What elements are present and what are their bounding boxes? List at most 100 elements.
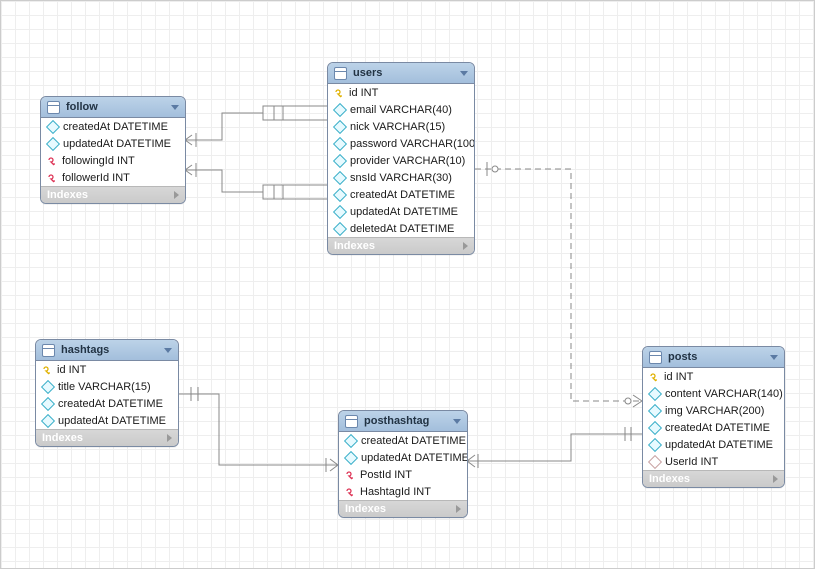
entity-follow[interactable]: follow createdAt DATETIME updatedAt DATE… bbox=[40, 96, 186, 204]
column-label: id INT bbox=[664, 371, 693, 383]
indexes-footer[interactable]: Indexes bbox=[328, 237, 474, 254]
chevron-right-icon[interactable] bbox=[456, 505, 461, 513]
column-row[interactable]: id INT bbox=[643, 368, 784, 385]
diamond-hollow-icon bbox=[648, 454, 662, 468]
foreign-key-icon bbox=[345, 470, 355, 480]
column-row[interactable]: HashtagId INT bbox=[339, 483, 467, 500]
column-label: email VARCHAR(40) bbox=[350, 104, 452, 116]
table-icon bbox=[42, 344, 55, 357]
diamond-icon bbox=[333, 153, 347, 167]
column-label: HashtagId INT bbox=[360, 486, 431, 498]
diamond-icon bbox=[333, 119, 347, 133]
column-row[interactable]: title VARCHAR(15) bbox=[36, 378, 178, 395]
entity-header[interactable]: follow bbox=[41, 97, 185, 118]
column-label: updatedAt DATETIME bbox=[361, 452, 468, 464]
diamond-icon bbox=[333, 187, 347, 201]
indexes-label: Indexes bbox=[42, 432, 83, 444]
chevron-right-icon[interactable] bbox=[167, 434, 172, 442]
column-row[interactable]: updatedAt DATETIME bbox=[328, 203, 474, 220]
column-row[interactable]: updatedAt DATETIME bbox=[643, 436, 784, 453]
column-row[interactable]: id INT bbox=[36, 361, 178, 378]
column-row[interactable]: followerId INT bbox=[41, 169, 185, 186]
indexes-footer[interactable]: Indexes bbox=[339, 500, 467, 517]
column-row[interactable]: img VARCHAR(200) bbox=[643, 402, 784, 419]
column-label: password VARCHAR(100) bbox=[350, 138, 475, 150]
column-row[interactable]: createdAt DATETIME bbox=[339, 432, 467, 449]
entity-users[interactable]: users id INT email VARCHAR(40) nick VARC… bbox=[327, 62, 475, 255]
table-icon bbox=[334, 67, 347, 80]
diamond-icon bbox=[333, 204, 347, 218]
erd-canvas: { "footer_label": "Indexes", "icon_kinds… bbox=[0, 0, 815, 569]
diamond-icon bbox=[46, 136, 60, 150]
indexes-footer[interactable]: Indexes bbox=[643, 470, 784, 487]
column-label: PostId INT bbox=[360, 469, 412, 481]
column-label: snsId VARCHAR(30) bbox=[350, 172, 452, 184]
entity-title: hashtags bbox=[61, 344, 109, 356]
diamond-icon bbox=[46, 119, 60, 133]
chevron-down-icon[interactable] bbox=[171, 105, 179, 110]
diamond-icon bbox=[648, 403, 662, 417]
column-row[interactable]: followingId INT bbox=[41, 152, 185, 169]
chevron-right-icon[interactable] bbox=[773, 475, 778, 483]
indexes-footer[interactable]: Indexes bbox=[36, 429, 178, 446]
chevron-right-icon[interactable] bbox=[463, 242, 468, 250]
column-label: img VARCHAR(200) bbox=[665, 405, 764, 417]
indexes-label: Indexes bbox=[47, 189, 88, 201]
diamond-icon bbox=[41, 379, 55, 393]
entity-header[interactable]: users bbox=[328, 63, 474, 84]
column-row[interactable]: createdAt DATETIME bbox=[36, 395, 178, 412]
chevron-down-icon[interactable] bbox=[453, 419, 461, 424]
indexes-label: Indexes bbox=[345, 503, 386, 515]
column-row[interactable]: email VARCHAR(40) bbox=[328, 101, 474, 118]
column-label: updatedAt DATETIME bbox=[350, 206, 458, 218]
column-row[interactable]: PostId INT bbox=[339, 466, 467, 483]
entity-header[interactable]: posthashtag bbox=[339, 411, 467, 432]
column-row[interactable]: createdAt DATETIME bbox=[41, 118, 185, 135]
column-row[interactable]: updatedAt DATETIME bbox=[36, 412, 178, 429]
column-label: createdAt DATETIME bbox=[63, 121, 168, 133]
column-label: createdAt DATETIME bbox=[361, 435, 466, 447]
column-row[interactable]: provider VARCHAR(10) bbox=[328, 152, 474, 169]
column-row[interactable]: snsId VARCHAR(30) bbox=[328, 169, 474, 186]
primary-key-icon bbox=[42, 365, 52, 375]
entity-posthashtag[interactable]: posthashtag createdAt DATETIME updatedAt… bbox=[338, 410, 468, 518]
column-row[interactable]: UserId INT bbox=[643, 453, 784, 470]
column-label: deletedAt DATETIME bbox=[350, 223, 454, 235]
entity-header[interactable]: posts bbox=[643, 347, 784, 368]
table-icon bbox=[47, 101, 60, 114]
column-row[interactable]: createdAt DATETIME bbox=[643, 419, 784, 436]
entity-body: id INT email VARCHAR(40) nick VARCHAR(15… bbox=[328, 84, 474, 237]
column-label: provider VARCHAR(10) bbox=[350, 155, 465, 167]
column-row[interactable]: deletedAt DATETIME bbox=[328, 220, 474, 237]
chevron-right-icon[interactable] bbox=[174, 191, 179, 199]
foreign-key-icon bbox=[47, 156, 57, 166]
column-label: updatedAt DATETIME bbox=[58, 415, 166, 427]
column-row[interactable]: id INT bbox=[328, 84, 474, 101]
diamond-icon bbox=[344, 450, 358, 464]
chevron-down-icon[interactable] bbox=[164, 348, 172, 353]
chevron-down-icon[interactable] bbox=[770, 355, 778, 360]
column-label: createdAt DATETIME bbox=[665, 422, 770, 434]
chevron-down-icon[interactable] bbox=[460, 71, 468, 76]
column-label: content VARCHAR(140) bbox=[665, 388, 783, 400]
diamond-icon bbox=[333, 170, 347, 184]
column-row[interactable]: updatedAt DATETIME bbox=[41, 135, 185, 152]
entity-hashtags[interactable]: hashtags id INT title VARCHAR(15) create… bbox=[35, 339, 179, 447]
diamond-icon bbox=[333, 102, 347, 116]
column-row[interactable]: nick VARCHAR(15) bbox=[328, 118, 474, 135]
column-label: followerId INT bbox=[62, 172, 130, 184]
indexes-footer[interactable]: Indexes bbox=[41, 186, 185, 203]
column-row[interactable]: password VARCHAR(100) bbox=[328, 135, 474, 152]
diamond-icon bbox=[41, 396, 55, 410]
primary-key-icon bbox=[334, 88, 344, 98]
column-row[interactable]: createdAt DATETIME bbox=[328, 186, 474, 203]
entity-header[interactable]: hashtags bbox=[36, 340, 178, 361]
foreign-key-icon bbox=[345, 487, 355, 497]
entity-posts[interactable]: posts id INT content VARCHAR(140) img VA… bbox=[642, 346, 785, 488]
column-row[interactable]: updatedAt DATETIME bbox=[339, 449, 467, 466]
column-row[interactable]: content VARCHAR(140) bbox=[643, 385, 784, 402]
entity-body: id INT title VARCHAR(15) createdAt DATET… bbox=[36, 361, 178, 429]
diamond-icon bbox=[648, 386, 662, 400]
column-label: followingId INT bbox=[62, 155, 135, 167]
indexes-label: Indexes bbox=[334, 240, 375, 252]
